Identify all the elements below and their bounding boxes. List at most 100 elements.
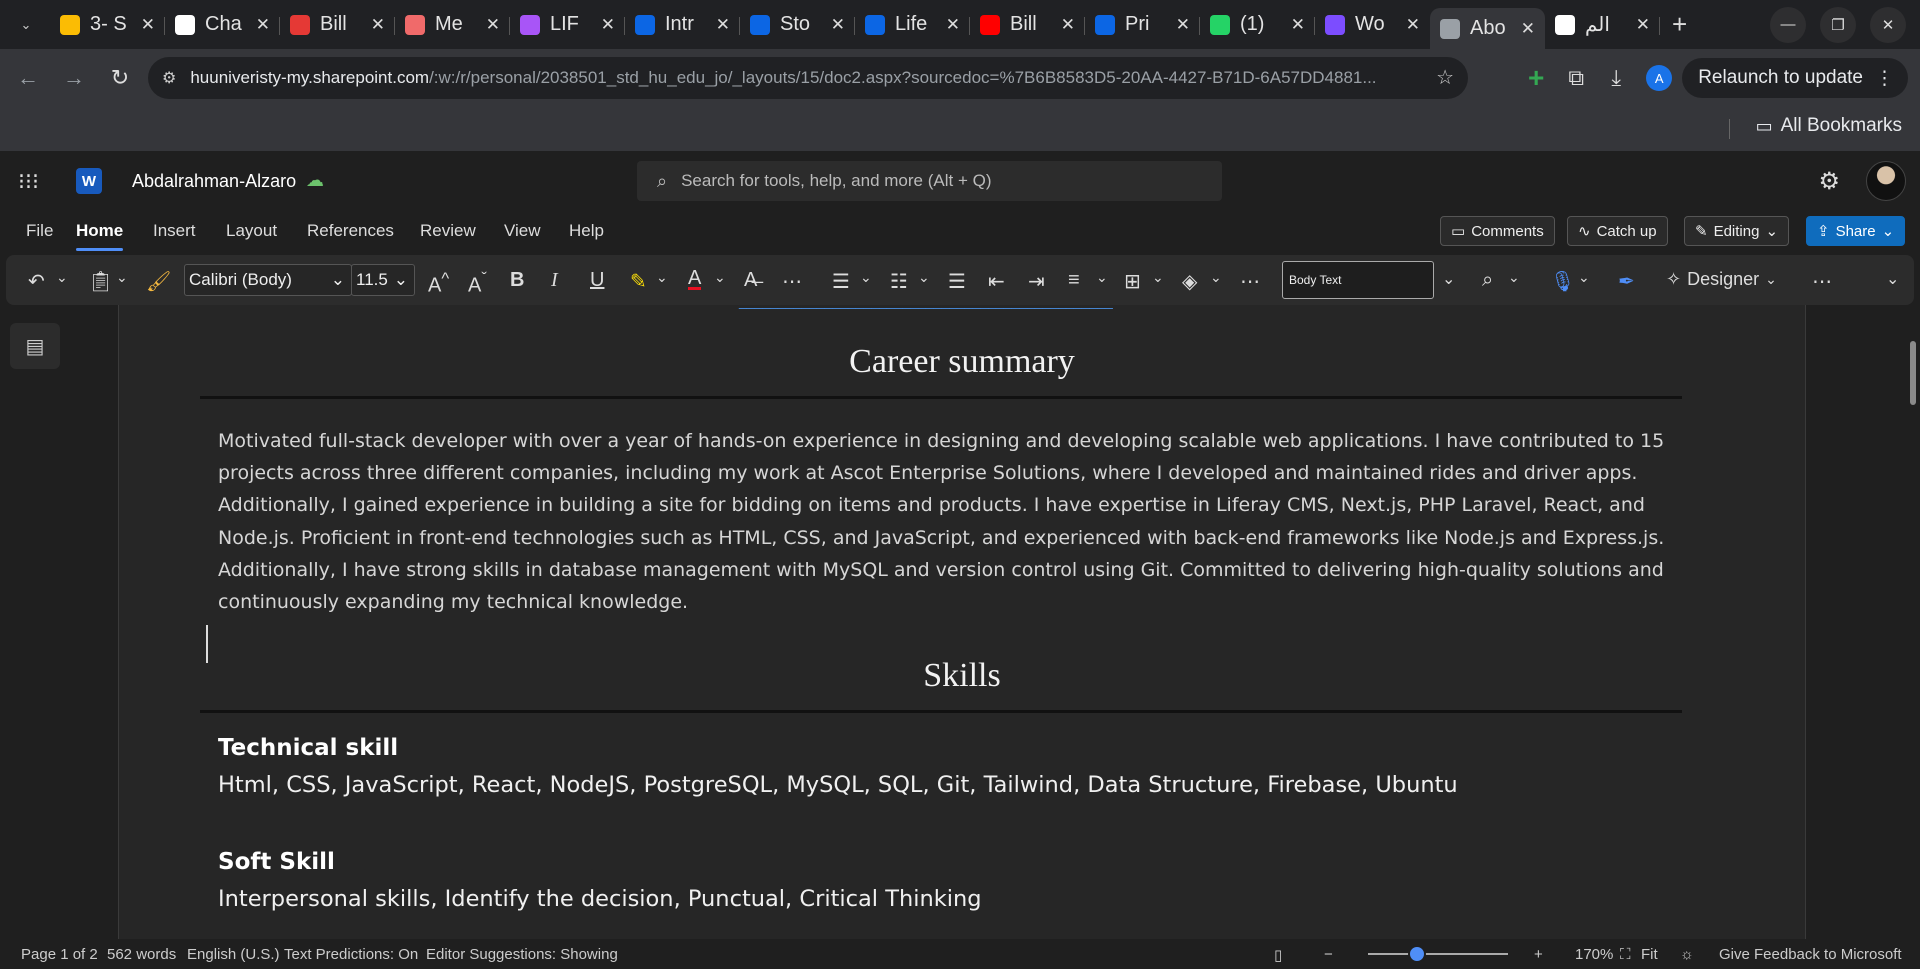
close-tab-icon[interactable]: ✕	[371, 15, 385, 35]
theme-sun-icon[interactable]: ☼	[1680, 946, 1694, 963]
close-tab-icon[interactable]: ✕	[1406, 15, 1420, 35]
close-tab-icon[interactable]: ✕	[256, 15, 270, 35]
underline-icon[interactable]: U	[590, 269, 604, 292]
back-button[interactable]: ←	[10, 65, 46, 91]
browser-tab[interactable]: Cha ✕	[165, 7, 280, 43]
word-logo-icon[interactable]: W	[76, 168, 102, 194]
numbering-dropdown-icon[interactable]: ⌄	[918, 269, 930, 286]
editing-mode-button[interactable]: ✎ Editing ⌄	[1684, 216, 1790, 246]
fit-icon[interactable]: ⛶	[1620, 946, 1631, 963]
browser-tab[interactable]: Bill ✕	[280, 7, 395, 43]
tab-layout[interactable]: Layout	[226, 221, 277, 241]
settings-gear-icon[interactable]: ⚙	[1818, 167, 1840, 196]
zoom-level[interactable]: 170%	[1575, 946, 1613, 963]
close-tab-icon[interactable]: ✕	[1521, 19, 1535, 39]
text-predictions-status[interactable]: Text Predictions: On	[284, 946, 418, 963]
page-count[interactable]: Page 1 of 2	[21, 946, 98, 963]
align-icon[interactable]: ≡	[1068, 269, 1080, 292]
undo-dropdown-icon[interactable]: ⌄	[56, 269, 68, 286]
browser-tab[interactable]: الم ✕	[1545, 7, 1660, 43]
close-window-button[interactable]: ✕	[1870, 6, 1906, 43]
numbering-icon[interactable]: ☷	[890, 269, 908, 294]
document-page[interactable]: ________________________________________…	[118, 305, 1806, 939]
editor-pen-icon[interactable]: ✒	[1618, 269, 1635, 294]
kebab-menu-icon[interactable]: ⋮	[1875, 67, 1894, 90]
app-launcher-icon[interactable]: ⁝⁝⁝	[18, 169, 39, 195]
font-color-icon[interactable]: A	[688, 268, 702, 290]
style-dropdown-icon[interactable]: ⌄	[1442, 269, 1455, 289]
clear-formatting-icon[interactable]: A̶	[744, 269, 757, 292]
dictate-microphone-icon[interactable]: 🎙︎	[1550, 269, 1575, 294]
browser-tab[interactable]: (1) ✕	[1200, 7, 1315, 43]
tab-file[interactable]: File	[26, 221, 53, 241]
dictate-dropdown-icon[interactable]: ⌄	[1578, 269, 1590, 286]
close-tab-icon[interactable]: ✕	[946, 15, 960, 35]
document-title[interactable]: Abdalrahman-Alzaro	[132, 171, 296, 192]
new-tab-button[interactable]: +	[1672, 9, 1687, 40]
close-tab-icon[interactable]: ✕	[141, 15, 155, 35]
extension-plus-icon[interactable]: +	[1516, 62, 1556, 94]
restore-button[interactable]: ❐	[1820, 6, 1856, 43]
comments-button[interactable]: ▭ Comments	[1440, 216, 1555, 246]
browser-tab[interactable]: Me ✕	[395, 7, 510, 43]
catch-up-button[interactable]: ∿ Catch up	[1567, 216, 1668, 246]
close-tab-icon[interactable]: ✕	[1291, 15, 1305, 35]
tab-view[interactable]: View	[504, 221, 541, 241]
browser-tab[interactable]: 3- S ✕	[50, 7, 165, 43]
shading-dropdown-icon[interactable]: ⌄	[1210, 269, 1222, 286]
all-bookmarks-button[interactable]: ▭ All Bookmarks	[1756, 115, 1902, 137]
zoom-in-button[interactable]: +	[1534, 946, 1543, 963]
saved-cloud-icon[interactable]: ☁	[306, 170, 324, 191]
close-tab-icon[interactable]: ✕	[601, 15, 615, 35]
tab-search-button[interactable]: ⌄	[12, 11, 40, 39]
tab-references[interactable]: References	[307, 221, 394, 241]
font-name-select[interactable]: Calibri (Body) ⌄	[184, 264, 352, 296]
style-select[interactable]: Body Text	[1282, 261, 1434, 299]
feedback-link[interactable]: Give Feedback to Microsoft	[1719, 946, 1902, 963]
decrease-indent-icon[interactable]: ⇤	[988, 269, 1005, 294]
italic-icon[interactable]: I	[551, 269, 558, 292]
forward-button[interactable]: →	[56, 65, 92, 91]
designer-button[interactable]: ✧ Designer ⌄	[1666, 269, 1777, 290]
extensions-puzzle-icon[interactable]: ⧉	[1556, 65, 1596, 91]
highlight-dropdown-icon[interactable]: ⌄	[656, 269, 668, 286]
address-bar[interactable]: ⚙ huuniveristy-my.sharepoint.com/:w:/r/p…	[148, 57, 1468, 99]
user-avatar[interactable]	[1866, 161, 1906, 201]
reload-button[interactable]: ↻	[102, 65, 138, 91]
format-painter-icon[interactable]: 🖌︎	[146, 269, 171, 294]
paste-clipboard-icon[interactable]: 📋︎	[88, 269, 113, 294]
tab-help[interactable]: Help	[569, 221, 604, 241]
bold-icon[interactable]: B	[510, 269, 524, 292]
vertical-scrollbar[interactable]	[1910, 341, 1916, 405]
browser-tab[interactable]: LIF ✕	[510, 7, 625, 43]
editor-suggestions-status[interactable]: Editor Suggestions: Showing	[426, 946, 618, 963]
zoom-slider-thumb[interactable]	[1408, 945, 1426, 963]
navigation-pane-icon[interactable]: ▤	[10, 323, 60, 369]
increase-indent-icon[interactable]: ⇥	[1028, 269, 1045, 294]
find-dropdown-icon[interactable]: ⌄	[1508, 269, 1520, 286]
paste-dropdown-icon[interactable]: ⌄	[116, 269, 128, 286]
browser-tab[interactable]: Bill ✕	[970, 7, 1085, 43]
bullets-dropdown-icon[interactable]: ⌄	[860, 269, 872, 286]
browser-tab[interactable]: Life ✕	[855, 7, 970, 43]
zoom-slider[interactable]	[1368, 953, 1508, 955]
download-icon[interactable]: ⤓	[1596, 65, 1636, 91]
relaunch-button[interactable]: Relaunch to update ⋮	[1682, 58, 1908, 98]
browser-tab[interactable]: Wo ✕	[1315, 7, 1430, 43]
profile-avatar[interactable]: A	[1646, 65, 1673, 91]
close-tab-icon[interactable]: ✕	[831, 15, 845, 35]
tab-insert[interactable]: Insert	[153, 221, 196, 241]
align-dropdown-icon[interactable]: ⌄	[1096, 269, 1108, 286]
fit-label[interactable]: Fit	[1641, 946, 1658, 963]
search-box[interactable]: ⌕ Search for tools, help, and more (Alt …	[637, 161, 1222, 201]
borders-dropdown-icon[interactable]: ⌄	[1152, 269, 1164, 286]
font-size-select[interactable]: 11.5 ⌄	[351, 264, 415, 296]
font-color-dropdown-icon[interactable]: ⌄	[714, 269, 726, 286]
page-view-icon[interactable]: ▯	[1274, 946, 1282, 964]
shrink-font-icon[interactable]: Aˇ	[468, 269, 487, 298]
zoom-out-button[interactable]: −	[1324, 946, 1333, 963]
grow-font-icon[interactable]: A^	[428, 269, 449, 298]
find-search-icon[interactable]: ⌕	[1482, 269, 1493, 292]
bullets-icon[interactable]: ☰	[832, 269, 850, 294]
borders-icon[interactable]: ⊞	[1124, 269, 1141, 294]
